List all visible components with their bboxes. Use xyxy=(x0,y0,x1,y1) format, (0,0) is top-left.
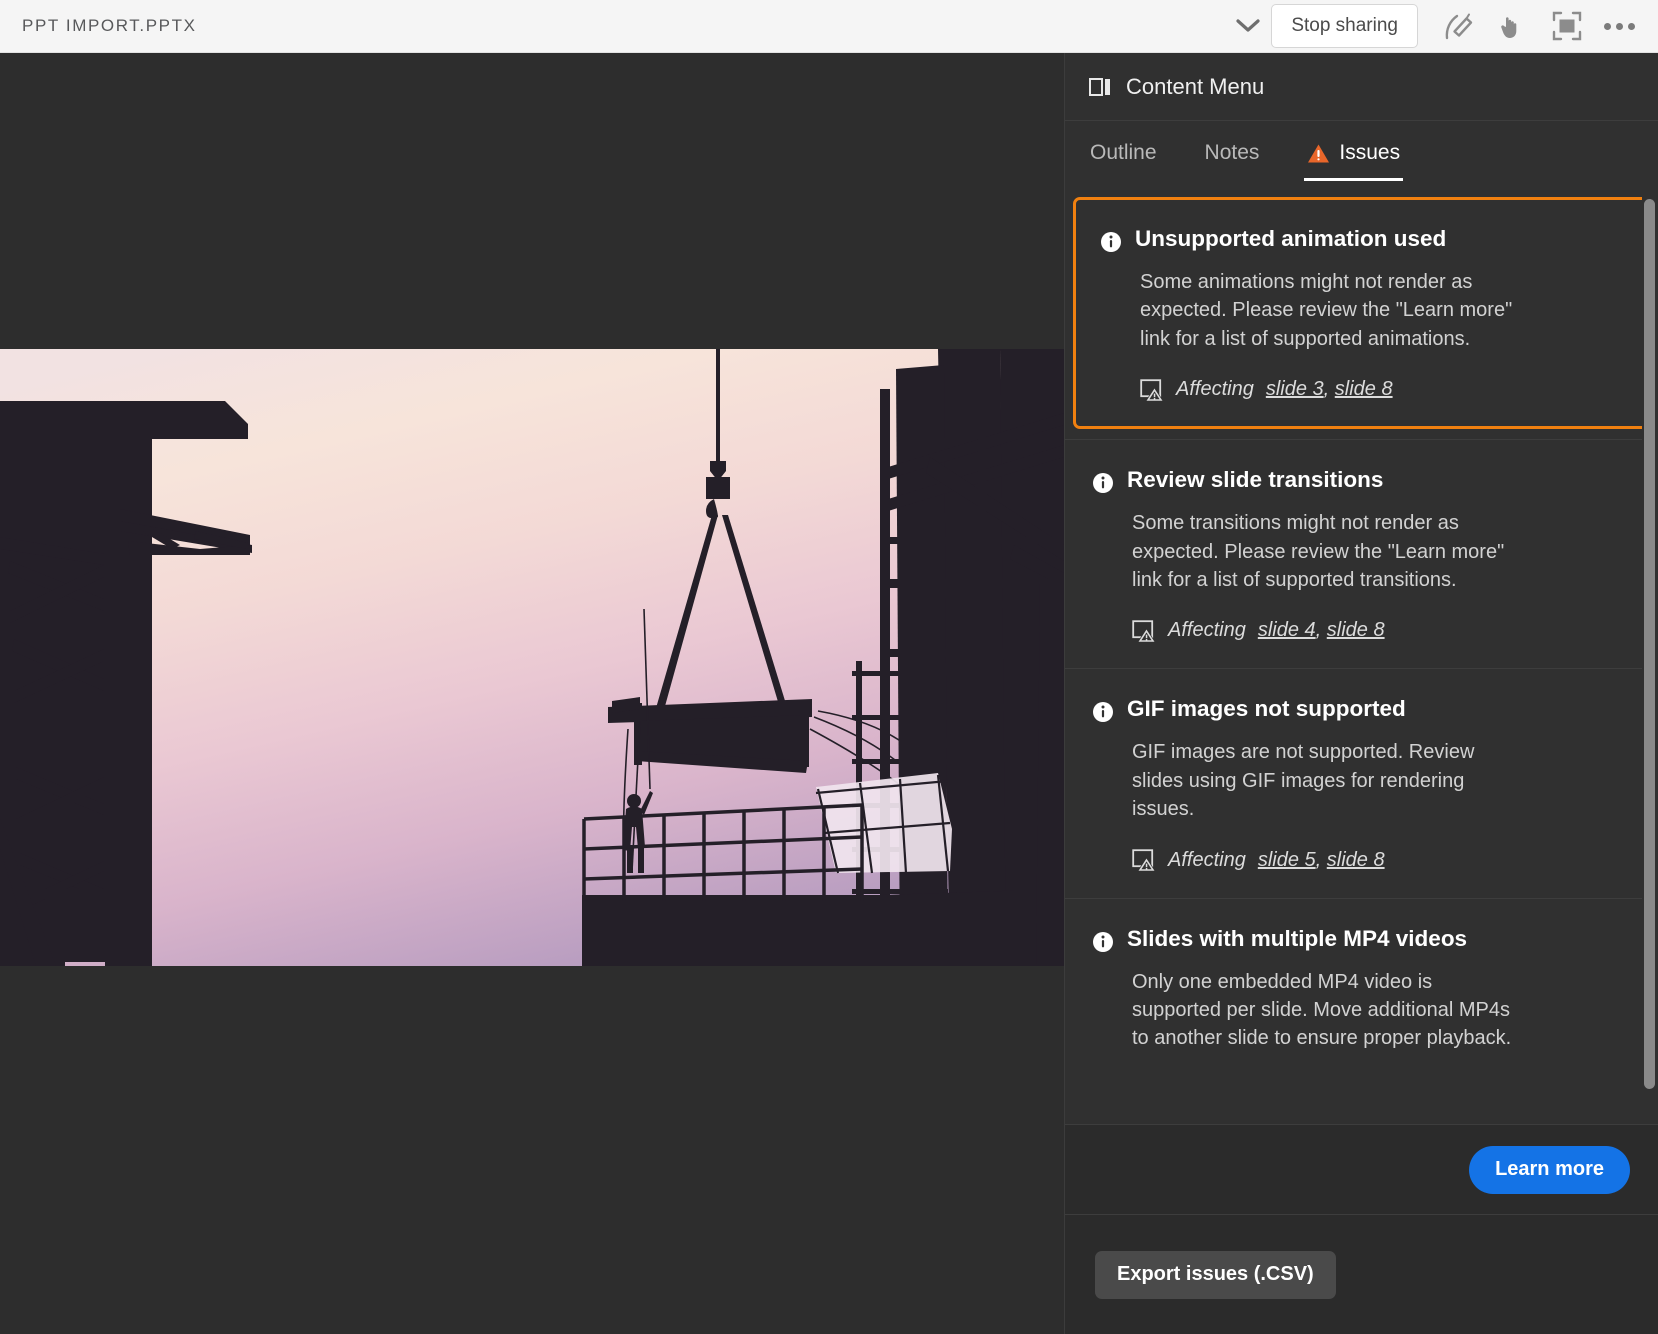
info-circle-icon xyxy=(1092,472,1114,499)
tab-outline[interactable]: Outline xyxy=(1087,135,1160,181)
panel-tabs: Outline Notes Issues xyxy=(1065,121,1658,191)
chevron-down-icon[interactable] xyxy=(1225,4,1271,48)
toolbar-actions: Stop sharing xyxy=(1225,2,1658,50)
issue-affecting-row: Affecting slide 4, slide 8 xyxy=(1092,619,1624,642)
slide-warning-icon xyxy=(1132,620,1156,642)
slide-link[interactable]: slide 4 xyxy=(1258,619,1316,641)
issue-affecting-row: Affecting slide 3, slide 8 xyxy=(1100,378,1616,401)
affecting-label: Affecting xyxy=(1176,378,1254,401)
issue-header: Review slide transitions xyxy=(1092,466,1624,499)
info-circle-icon xyxy=(1092,701,1114,728)
issue-description: Some animations might not render as expe… xyxy=(1140,271,1513,350)
dot xyxy=(1627,22,1635,30)
pointer-hand-icon[interactable] xyxy=(1486,2,1540,50)
issue-title: GIF images not supported xyxy=(1127,696,1406,722)
affecting-slides: slide 3, slide 8 xyxy=(1266,378,1393,401)
issue-title: Slides with multiple MP4 videos xyxy=(1127,925,1468,951)
slide-link[interactable]: slide 8 xyxy=(1327,849,1385,871)
content-panel-icon xyxy=(1088,75,1112,99)
fit-to-screen-icon[interactable] xyxy=(1540,2,1594,50)
stop-sharing-button[interactable]: Stop sharing xyxy=(1271,4,1418,48)
slide-link-separator: , xyxy=(1315,848,1322,871)
content-menu-panel: Content Menu Outline Notes Issues Unsupp… xyxy=(1064,53,1658,1334)
issue-header: Slides with multiple MP4 videos xyxy=(1092,925,1624,958)
document-title: PPT IMPORT.PPTX xyxy=(22,16,197,35)
slide-link[interactable]: slide 8 xyxy=(1335,378,1393,400)
issue-description: GIF images are not supported. Review sli… xyxy=(1132,741,1475,821)
more-options-icon[interactable] xyxy=(1594,2,1644,50)
affecting-slides: slide 4, slide 8 xyxy=(1258,619,1385,642)
issue-header: GIF images not supported xyxy=(1092,695,1624,728)
slide-link-separator: , xyxy=(1315,619,1322,642)
info-circle-icon xyxy=(1092,931,1114,958)
export-issues-row: Export issues (.CSV) xyxy=(1065,1214,1658,1334)
issue-card-slides-with-multiple-mp4-videos[interactable]: Slides with multiple MP4 videos Only one… xyxy=(1065,897,1658,1079)
slide-link[interactable]: slide 5 xyxy=(1258,849,1316,871)
issues-list: Unsupported animation used Some animatio… xyxy=(1065,197,1658,1079)
top-toolbar: PPT IMPORT.PPTX Stop sharing xyxy=(0,0,1658,53)
issue-description: Some transitions might not render as exp… xyxy=(1132,512,1505,591)
info-circle-icon xyxy=(1100,231,1122,258)
issue-title: Unsupported animation used xyxy=(1135,226,1447,251)
tab-outline-label: Outline xyxy=(1090,141,1157,164)
tab-notes[interactable]: Notes xyxy=(1202,135,1263,181)
slide-stage xyxy=(0,53,1064,1334)
issue-card-review-slide-transitions[interactable]: Review slide transitions Some transition… xyxy=(1065,439,1658,669)
slide-warning-icon xyxy=(1132,849,1156,872)
issue-affecting-row: Affecting slide 5, slide 8 xyxy=(1092,849,1624,872)
panel-title: Content Menu xyxy=(1126,73,1265,99)
warning-triangle-icon xyxy=(1307,143,1330,164)
dot xyxy=(1615,22,1623,30)
issue-header: Unsupported animation used xyxy=(1100,225,1616,258)
issue-card-gif-images-not-supported[interactable]: GIF images not supported GIF images are … xyxy=(1065,668,1658,898)
issues-scroll-area: Unsupported animation used Some animatio… xyxy=(1065,191,1658,1124)
slide-warning-icon xyxy=(1140,378,1164,401)
affecting-slides: slide 5, slide 8 xyxy=(1258,849,1385,872)
issue-title: Review slide transitions xyxy=(1127,467,1384,493)
learn-more-button[interactable]: Learn more xyxy=(1469,1145,1630,1194)
slide-link[interactable]: slide 3 xyxy=(1266,378,1324,400)
slide-image xyxy=(0,349,1064,966)
export-issues-button[interactable]: Export issues (.CSV) xyxy=(1095,1250,1336,1299)
affecting-label: Affecting xyxy=(1168,848,1246,871)
slide-link[interactable]: slide 8 xyxy=(1327,619,1385,641)
tab-notes-label: Notes xyxy=(1204,141,1260,164)
issues-scrollbar-track[interactable] xyxy=(1642,191,1658,1124)
issue-description: Only one embedded MP4 video is supported… xyxy=(1132,970,1512,1050)
issues-scrollbar-thumb[interactable] xyxy=(1644,199,1655,1089)
panel-header: Content Menu xyxy=(1065,53,1658,121)
slide-link-separator: , xyxy=(1323,378,1330,401)
tab-issues[interactable]: Issues xyxy=(1304,135,1403,181)
affecting-label: Affecting xyxy=(1168,619,1246,642)
tab-issues-label: Issues xyxy=(1339,141,1401,164)
app-root: PPT IMPORT.PPTX Stop sharing Content Men… xyxy=(0,0,1658,1334)
pen-annotate-icon[interactable] xyxy=(1432,2,1486,50)
dot xyxy=(1603,22,1611,30)
issue-card-unsupported-animation[interactable]: Unsupported animation used Some animatio… xyxy=(1073,197,1650,430)
learn-more-row: Learn more xyxy=(1065,1124,1658,1214)
